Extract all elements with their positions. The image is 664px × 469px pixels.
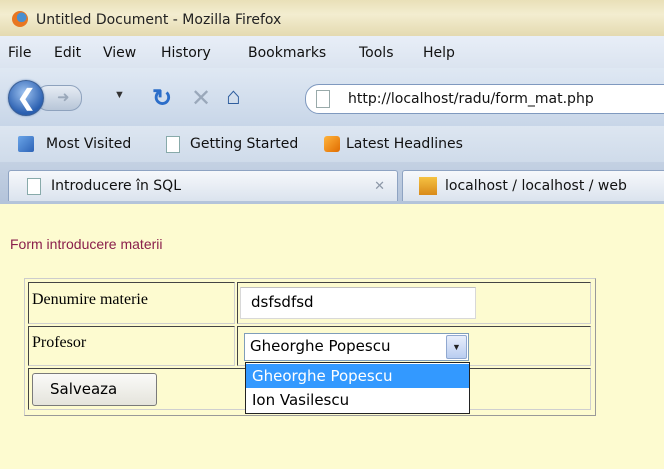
page-title: Form introducere materii — [10, 236, 163, 252]
title-bar: Untitled Document - Mozilla Firefox — [0, 0, 664, 36]
menu-file[interactable]: File — [8, 45, 31, 61]
page-content: Form introducere materii Denumire materi… — [0, 204, 664, 469]
bookmarks-toolbar: Most Visited Getting Started Latest Head… — [0, 126, 664, 163]
tab-label: Introducere în SQL — [51, 178, 182, 194]
professor-dropdown-list: Gheorghe Popescu Ion Vasilescu — [245, 362, 470, 414]
menu-tools[interactable]: Tools — [359, 45, 394, 61]
window-title: Untitled Document - Mozilla Firefox — [36, 12, 282, 28]
most-visited-icon — [18, 136, 34, 152]
tab-label: localhost / localhost / web — [445, 178, 627, 194]
save-button-label: Salveaza — [50, 380, 118, 398]
select-value: Gheorghe Popescu — [250, 337, 391, 355]
menu-bookmarks[interactable]: Bookmarks — [248, 45, 326, 61]
close-icon[interactable]: ✕ — [374, 178, 385, 194]
chevron-down-icon[interactable]: ▼ — [446, 335, 467, 359]
page-icon — [316, 90, 330, 108]
menu-edit[interactable]: Edit — [54, 45, 81, 61]
option-label: Ion Vasilescu — [252, 391, 350, 409]
page-icon — [166, 136, 180, 153]
bookmark-latest-headlines[interactable]: Latest Headlines — [346, 136, 463, 152]
url-bar[interactable]: http://localhost/radu/form_mat.php — [305, 84, 664, 114]
menu-history[interactable]: History — [161, 45, 211, 61]
dropdown-option[interactable]: Gheorghe Popescu — [246, 364, 469, 388]
label-cell: Denumire materie — [28, 282, 235, 324]
home-icon[interactable]: ⌂ — [226, 83, 241, 111]
label-cell: Profesor — [28, 326, 235, 366]
option-label: Gheorghe Popescu — [252, 367, 393, 385]
firefox-logo-icon — [12, 11, 28, 27]
tab-introducere-sql[interactable]: Introducere în SQL ✕ — [8, 170, 398, 201]
menu-help[interactable]: Help — [423, 45, 455, 61]
phpmyadmin-icon — [419, 177, 437, 195]
history-dropdown-icon[interactable]: ▼ — [114, 89, 125, 101]
menu-view[interactable]: View — [103, 45, 136, 61]
menu-bar: File Edit View History Bookmarks Tools H… — [0, 36, 664, 68]
save-button[interactable]: Salveaza — [32, 373, 157, 406]
tab-strip: Introducere în SQL ✕ localhost / localho… — [0, 162, 664, 204]
tab-localhost-web[interactable]: localhost / localhost / web — [402, 170, 664, 201]
stop-icon[interactable]: ✕ — [191, 84, 211, 113]
subject-input-value: dsfsdfsd — [251, 293, 314, 311]
field-label-subject: Denumire materie — [32, 291, 148, 308]
rss-feed-icon — [324, 136, 340, 152]
reload-icon[interactable]: ↻ — [152, 84, 172, 113]
dropdown-option[interactable]: Ion Vasilescu — [246, 388, 469, 412]
subject-input[interactable]: dsfsdfsd — [240, 287, 476, 319]
navigation-toolbar: ➜ ❮ ▼ ↻ ✕ ⌂ http://localhost/radu/form_m… — [0, 68, 664, 126]
browser-window: Untitled Document - Mozilla Firefox File… — [0, 0, 664, 469]
bookmark-most-visited[interactable]: Most Visited — [46, 136, 131, 152]
url-text: http://localhost/radu/form_mat.php — [348, 91, 594, 107]
bookmark-getting-started[interactable]: Getting Started — [190, 136, 298, 152]
field-label-professor: Profesor — [32, 334, 87, 351]
back-button[interactable]: ❮ — [8, 80, 44, 116]
forward-arrow-icon: ➜ — [57, 89, 70, 106]
professor-select[interactable]: Gheorghe Popescu ▼ — [244, 333, 469, 361]
page-icon — [27, 178, 41, 195]
back-arrow-icon: ❮ — [17, 85, 36, 110]
